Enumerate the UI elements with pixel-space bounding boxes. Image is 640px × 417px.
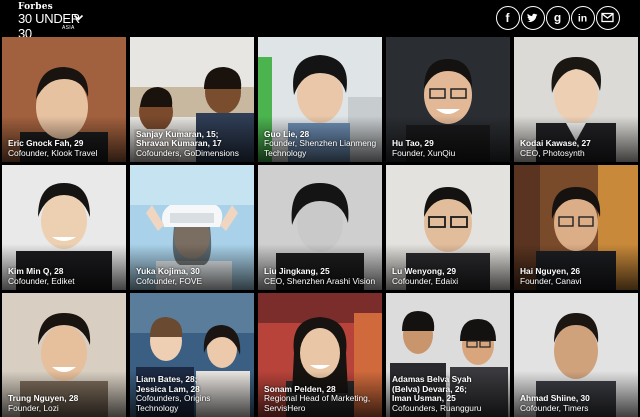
svg-text:in: in — [578, 13, 587, 25]
svg-text:f: f — [506, 11, 511, 25]
honoree-caption: Hai Nguyen, 26 Founder, Canavi — [520, 266, 635, 286]
honoree-role: CEO, Photosynth — [520, 147, 585, 158]
honoree-card[interactable]: Liu Jingkang, 25 CEO, Shenzhen Arashi Vi… — [258, 165, 382, 290]
chevron-down-icon[interactable] — [73, 12, 84, 23]
honoree-caption: Trung Nguyen, 28 Founder, Lozi — [8, 393, 123, 413]
svg-text:g: g — [554, 11, 561, 25]
honoree-card[interactable]: Sanjay Kumaran, 15; Shravan Kumaran, 17 … — [130, 37, 254, 162]
honoree-role: Cofounder, FOVE — [136, 275, 203, 286]
honoree-card[interactable]: Ahmad Shiine, 30 Cofounder, Timers — [514, 293, 638, 417]
facebook-share-button[interactable]: f — [496, 6, 520, 30]
honoree-name: Adamas Belva Syah (Belva) Devara, 26; Im… — [392, 374, 472, 404]
top-bar: Forbes 30 UNDER 30 ASIA f g in — [0, 0, 640, 41]
email-icon — [601, 12, 614, 23]
honoree-role: Cofounders, Ruangguru — [392, 402, 482, 413]
facebook-icon: f — [506, 11, 511, 25]
linkedin-share-button[interactable]: in — [571, 6, 595, 30]
honoree-role: Founder, Canavi — [520, 275, 582, 286]
linkedin-icon: in — [578, 13, 587, 25]
honoree-role: Cofounder, Klook Travel — [8, 147, 98, 158]
twitter-share-button[interactable] — [521, 6, 545, 30]
honoree-card[interactable]: Liam Bates, 28; Jessica Lam, 28 Cofounde… — [130, 293, 254, 417]
honoree-card[interactable]: Guo Lie, 28 Founder, Shenzhen Lianmeng T… — [258, 37, 382, 162]
honoree-caption: Kodai Kawase, 27 CEO, Photosynth — [520, 138, 635, 158]
honoree-card[interactable]: Sonam Pelden, 28 Regional Head of Market… — [258, 293, 382, 417]
honoree-card[interactable]: Hu Tao, 29 Founder, XunQiu — [386, 37, 510, 162]
honoree-caption: Lu Wenyong, 29 Cofounder, Edaixi — [392, 266, 507, 286]
twitter-icon — [527, 13, 538, 23]
honoree-role: Cofounder, Ediket — [8, 275, 75, 286]
honoree-card[interactable]: Lu Wenyong, 29 Cofounder, Edaixi — [386, 165, 510, 290]
honoree-card[interactable]: Kim Min Q, 28 Cofounder, Ediket — [2, 165, 126, 290]
honoree-name: Sanjay Kumaran, 15; Shravan Kumaran, 17 — [136, 128, 222, 149]
honoree-card[interactable]: Hai Nguyen, 26 Founder, Canavi — [514, 165, 638, 290]
honoree-card[interactable]: Eric Gnock Fah, 29 Cofounder, Klook Trav… — [2, 37, 126, 162]
list-region: ASIA — [62, 25, 75, 31]
honoree-caption: Liu Jingkang, 25 CEO, Shenzhen Arashi Vi… — [264, 266, 379, 286]
honoree-grid: Eric Gnock Fah, 29 Cofounder, Klook Trav… — [0, 36, 640, 417]
email-share-button[interactable] — [596, 6, 620, 30]
honoree-caption: Liam Bates, 28; Jessica Lam, 28 Cofounde… — [136, 375, 251, 413]
honoree-card[interactable]: Adamas Belva Syah (Belva) Devara, 26; Im… — [386, 293, 510, 417]
honoree-role: Cofounders, Origins Technology — [136, 393, 211, 413]
honoree-role: Founder, XunQiu — [392, 147, 456, 158]
honoree-card[interactable]: Yuka Kojima, 30 Cofounder, FOVE — [130, 165, 254, 290]
honoree-role: Cofounder, Timers — [520, 402, 589, 413]
honoree-role: Cofounders, GoDimensions — [136, 147, 239, 158]
honoree-caption: Ahmad Shiine, 30 Cofounder, Timers — [520, 393, 635, 413]
honoree-card[interactable]: Trung Nguyen, 28 Founder, Lozi — [2, 293, 126, 417]
honoree-caption: Sanjay Kumaran, 15; Shravan Kumaran, 17 … — [136, 128, 251, 158]
honoree-card[interactable]: Kodai Kawase, 27 CEO, Photosynth — [514, 37, 638, 162]
honoree-name: Liam Bates, 28; Jessica Lam, 28 — [136, 374, 200, 394]
honoree-caption: Adamas Belva Syah (Belva) Devara, 26; Im… — [392, 375, 507, 413]
honoree-role: CEO, Shenzhen Arashi Vision — [264, 275, 376, 286]
honoree-role: Founder, Lozi — [8, 402, 59, 413]
honoree-caption: Yuka Kojima, 30 Cofounder, FOVE — [136, 266, 251, 286]
honoree-caption: Hu Tao, 29 Founder, XunQiu — [392, 138, 507, 158]
honoree-caption: Sonam Pelden, 28 Regional Head of Market… — [264, 384, 379, 413]
honoree-role: Regional Head of Marketing, ServisHero — [264, 393, 371, 413]
honoree-caption: Guo Lie, 28 Founder, Shenzhen Lianmeng T… — [264, 129, 379, 158]
honoree-caption: Kim Min Q, 28 Cofounder, Ediket — [8, 266, 123, 286]
google-plus-icon: g — [554, 11, 561, 25]
honoree-role: Founder, Shenzhen Lianmeng Technology — [264, 138, 377, 158]
google-plus-share-button[interactable]: g — [546, 6, 570, 30]
honoree-role: Cofounder, Edaixi — [392, 275, 459, 286]
honoree-caption: Eric Gnock Fah, 29 Cofounder, Klook Trav… — [8, 138, 123, 158]
